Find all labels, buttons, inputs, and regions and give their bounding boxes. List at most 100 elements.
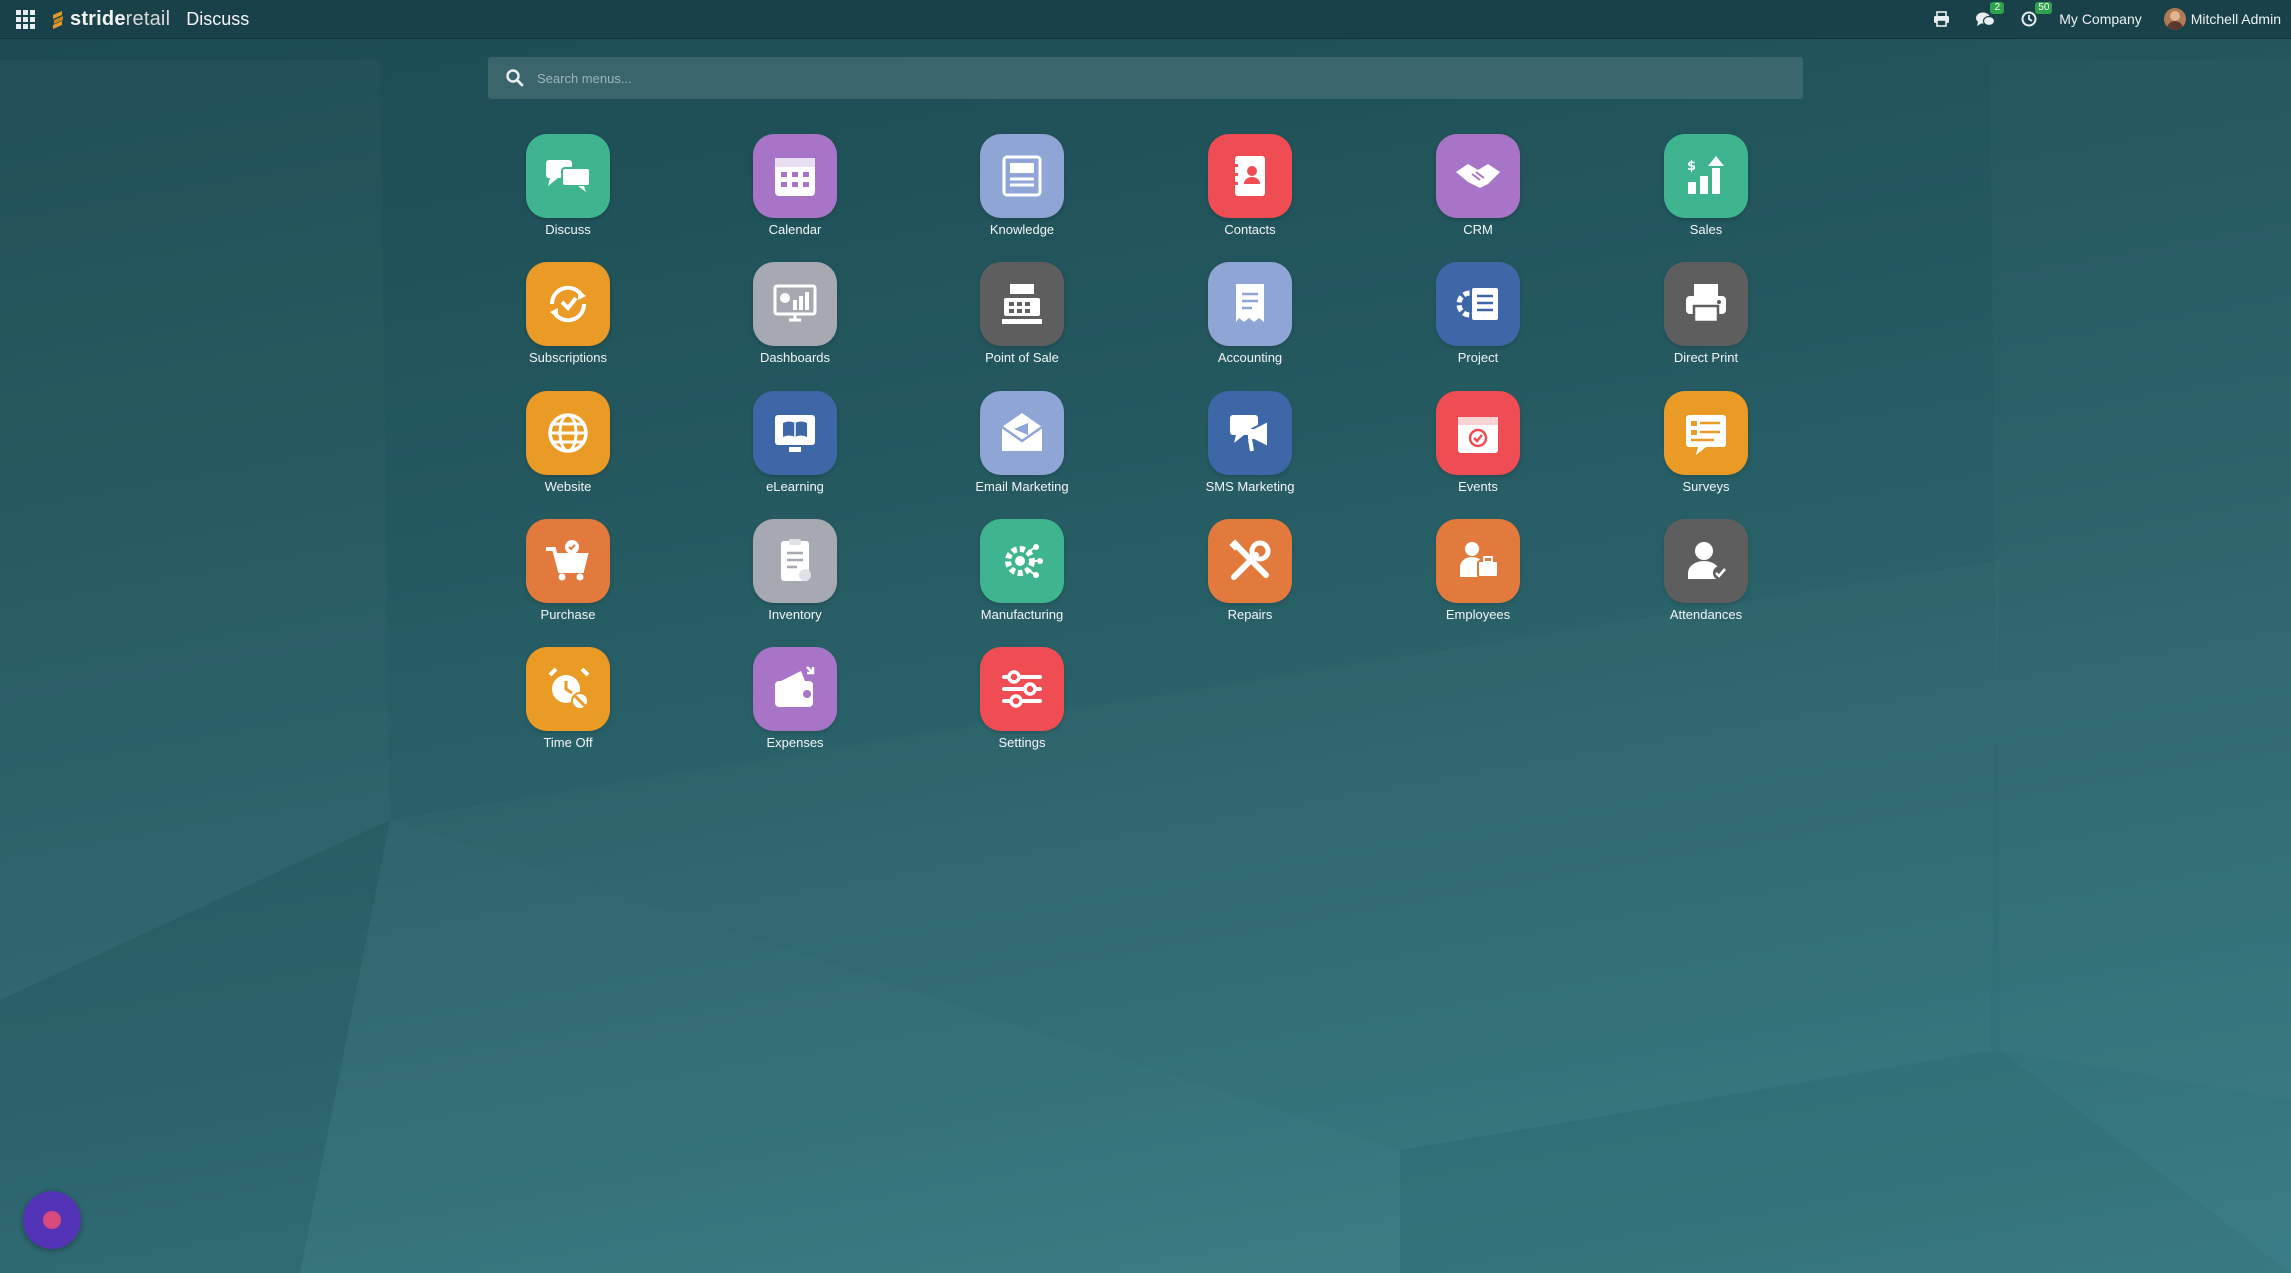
sms-marketing-icon [1230,415,1269,452]
dashboards-icon [773,284,817,322]
app-tile-background [980,134,1064,218]
app-tile-subscriptions[interactable]: Subscriptions [478,262,658,365]
search-menus-input[interactable] [535,69,1779,87]
livechat-button[interactable] [23,1191,81,1249]
app-label: Subscriptions [528,350,608,365]
user-avatar [2163,8,2186,30]
app-tile-sms-marketing[interactable]: SMS Marketing [1160,391,1340,494]
app-label: eLearning [766,479,824,494]
discuss-icon [546,160,591,192]
app-tile-background [980,647,1064,731]
app-label: Contacts [1224,222,1276,237]
app-tile-events[interactable]: Events [1388,391,1568,494]
print-button[interactable] [1933,11,1950,27]
app-tile-background [1436,262,1520,346]
messages-count-badge: 2 [1990,2,2005,14]
app-tile-direct-print[interactable]: Direct Print [1616,262,1796,365]
app-tile-background [980,519,1064,603]
app-tile-background [1664,519,1748,603]
direct-print-icon [1686,284,1726,324]
app-tile-surveys[interactable]: Surveys [1616,391,1796,494]
app-tile-sales[interactable]: $ Sales [1616,134,1796,237]
app-tile-calendar[interactable]: Calendar [705,134,885,237]
user-name: Mitchell Admin [2190,11,2281,27]
elearning-icon [775,415,815,452]
surveys-icon [1686,415,1726,455]
time-off-icon [548,667,590,710]
app-tile-background [753,134,837,218]
contacts-icon [1232,156,1265,196]
app-tile-background [1436,134,1520,218]
brand-logo[interactable]: strideretail [48,8,170,31]
app-label: Time Off [543,735,593,750]
app-label: Accounting [1217,350,1283,365]
app-tile-background [1208,391,1292,475]
app-tile-background [753,262,837,346]
app-tile-repairs[interactable]: Repairs [1160,519,1340,622]
app-tile-point-of-sale[interactable]: Point of Sale [932,262,1112,365]
current-app-title[interactable]: Discuss [186,9,249,30]
app-tile-knowledge[interactable]: Knowledge [932,134,1112,237]
app-label: Repairs [1227,607,1273,622]
crm-icon [1456,164,1500,188]
app-tile-inventory[interactable]: Inventory [705,519,885,622]
background-pattern [0,820,390,1273]
app-label: Email Marketing [975,479,1069,494]
app-label: Project [1457,350,1499,365]
app-tile-background [753,647,837,731]
events-icon [1458,417,1498,453]
app-tile-dashboards[interactable]: Dashboards [705,262,885,365]
messages-button[interactable]: 2 [1976,2,2005,27]
activities-button[interactable]: 50 [2021,2,2053,27]
app-tile-background [526,262,610,346]
email-marketing-icon [1001,413,1043,451]
app-label: Manufacturing [980,607,1064,622]
app-tile-time-off[interactable]: Time Off [478,647,658,750]
livechat-dot-icon [43,1211,61,1229]
app-tile-email-marketing[interactable]: Email Marketing [932,391,1112,494]
app-menu-grid-icon[interactable] [14,8,36,30]
project-icon [1456,288,1498,320]
app-tile-background [980,391,1064,475]
stride-logo-icon [53,11,63,29]
app-label: Point of Sale [985,350,1059,365]
app-tile-purchase[interactable]: Purchase [478,519,658,622]
company-switcher[interactable]: My Company [2059,11,2141,27]
app-tile-expenses[interactable]: Expenses [705,647,885,750]
app-label: SMS Marketing [1205,479,1295,494]
app-tile-background [1436,519,1520,603]
app-label: Dashboards [759,350,831,365]
attendances-icon [1688,542,1727,580]
app-label: Sales [1689,222,1723,237]
app-tile-crm[interactable]: CRM [1388,134,1568,237]
app-tile-background [980,262,1064,346]
app-tile-manufacturing[interactable]: Manufacturing [932,519,1112,622]
app-tile-accounting[interactable]: Accounting [1160,262,1340,365]
accounting-icon [1236,284,1264,322]
app-tile-background [1436,391,1520,475]
user-menu[interactable]: Mitchell Admin [2163,8,2281,30]
app-label: CRM [1463,222,1493,237]
app-tile-employees[interactable]: Employees [1388,519,1568,622]
app-tile-elearning[interactable]: eLearning [705,391,885,494]
app-tile-background [1208,519,1292,603]
app-tile-discuss[interactable]: Discuss [478,134,658,237]
app-label: Direct Print [1673,350,1739,365]
app-tile-project[interactable]: Project [1388,262,1568,365]
app-label: Knowledge [989,222,1055,237]
calendar-icon [775,158,815,196]
app-tile-settings[interactable]: Settings [932,647,1112,750]
website-icon [548,413,588,453]
top-navbar: strideretail Discuss 2 50 My Company Mit… [0,0,2291,39]
app-label: Attendances [1669,607,1743,622]
app-tile-attendances[interactable]: Attendances [1616,519,1796,622]
settings-icon [1002,670,1042,708]
app-tile-background [526,647,610,731]
app-tile-background [526,519,610,603]
app-tile-contacts[interactable]: Contacts [1160,134,1340,237]
app-tile-background: $ [1664,134,1748,218]
app-tile-background [753,391,837,475]
app-tile-website[interactable]: Website [478,391,658,494]
point-of-sale-icon [1002,284,1042,324]
app-tile-background [526,134,610,218]
